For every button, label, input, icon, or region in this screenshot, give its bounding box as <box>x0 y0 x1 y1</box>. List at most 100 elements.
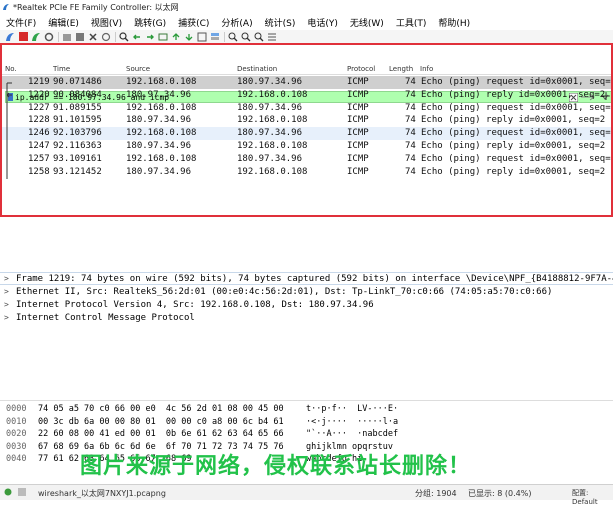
col-header-protocol[interactable]: Protocol <box>347 65 375 73</box>
col-length: 74 <box>405 141 416 151</box>
zoom-normal-icon[interactable] <box>253 31 265 42</box>
stop-capture-icon[interactable] <box>17 31 29 42</box>
detail-row-frame[interactable]: > Frame 1219: 74 bytes on wire (592 bits… <box>0 272 613 285</box>
menu-view[interactable]: 视图(V) <box>85 16 128 29</box>
col-time: 92.116363 <box>53 141 102 151</box>
menu-go[interactable]: 跳转(G) <box>128 16 172 29</box>
col-info: Echo (ping) reply id=0x0001, seq=2 <box>421 166 606 177</box>
menu-telephony[interactable]: 电话(Y) <box>301 16 344 29</box>
menu-analyze[interactable]: 分析(A) <box>215 16 258 29</box>
capture-options-icon[interactable] <box>43 31 55 42</box>
expand-arrow-icon[interactable]: > <box>4 274 9 283</box>
find-packet-icon[interactable] <box>118 31 130 42</box>
detail-row-ethernet[interactable]: > Ethernet II, Src: RealtekS_56:2d:01 (0… <box>0 286 613 299</box>
packet-row[interactable]: 1220 90.084084 180.97.34.96 192.168.0.108 IC… <box>2 88 611 102</box>
zoom-out-icon[interactable] <box>240 31 252 42</box>
restart-capture-icon[interactable] <box>30 31 42 42</box>
col-source: 180.97.34.96 <box>126 89 192 100</box>
col-destination: 180.97.34.96 <box>237 77 303 87</box>
conversation-marker-icon <box>5 140 13 153</box>
expand-arrow-icon[interactable]: > <box>4 287 9 296</box>
col-no: 1219 <box>28 77 50 87</box>
colorize-icon[interactable] <box>209 31 221 42</box>
col-protocol: ICMP <box>347 166 369 177</box>
col-info: Echo (ping) reply id=0x0001, seq=2 <box>421 141 606 151</box>
packet-details-pane: > Frame 1219: 74 bytes on wire (592 bits… <box>0 270 613 400</box>
hex-ascii: ·<·j···· ·····l·a <box>306 416 399 427</box>
col-no: 1220 <box>28 89 50 100</box>
col-header-source[interactable]: Source <box>126 65 150 73</box>
col-no: 1246 <box>28 128 50 139</box>
status-displayed-count: 已显示: 8 (0.4%) <box>468 489 532 498</box>
menu-capture[interactable]: 捕获(C) <box>172 16 215 29</box>
col-info: Echo (ping) reply id=0x0001, seq=2 <box>421 115 606 126</box>
resize-columns-icon[interactable] <box>266 31 278 42</box>
start-capture-icon[interactable] <box>4 31 16 42</box>
title-bar: *Realtek PCIe FE Family Controller: 以太网 <box>0 0 613 14</box>
col-header-no[interactable]: No. <box>5 65 17 73</box>
save-file-icon[interactable] <box>74 31 86 42</box>
go-to-packet-icon[interactable] <box>157 31 169 42</box>
toolbar-divider <box>58 31 59 42</box>
col-destination: 180.97.34.96 <box>237 128 303 139</box>
menu-wireless[interactable]: 无线(W) <box>344 16 390 29</box>
go-back-icon[interactable] <box>131 31 143 42</box>
col-destination: 192.168.0.108 <box>237 89 308 100</box>
col-length: 74 <box>405 153 416 164</box>
go-forward-icon[interactable] <box>144 31 156 42</box>
detail-row-ipv4[interactable]: > Internet Protocol Version 4, Src: 192.… <box>0 299 613 312</box>
menu-help[interactable]: 帮助(H) <box>432 16 476 29</box>
hex-offset: 0040 <box>6 454 27 465</box>
hex-row[interactable]: 0020 22 60 08 00 41 ed 00 01 0b 6e 61 62 … <box>0 429 613 441</box>
toolbar-divider <box>115 31 116 42</box>
close-file-icon[interactable] <box>87 31 99 42</box>
packet-row[interactable]: 1247 92.116363 180.97.34.96 192.168.0.108 IC… <box>2 140 611 153</box>
expand-arrow-icon[interactable]: > <box>4 313 9 322</box>
col-destination: 192.168.0.108 <box>237 115 308 126</box>
col-length: 74 <box>405 102 416 113</box>
pane-divider <box>0 217 613 270</box>
reload-icon[interactable] <box>100 31 112 42</box>
packet-row[interactable]: 1257 93.109161 192.168.0.108 180.97.34.96 IC… <box>2 152 611 166</box>
main-toolbar <box>0 30 613 44</box>
menu-edit[interactable]: 编辑(E) <box>42 16 85 29</box>
col-header-time[interactable]: Time <box>53 65 70 73</box>
conversation-marker-icon <box>5 152 13 166</box>
col-info: Echo (ping) request id=0x0001, seq=2 <box>421 77 613 87</box>
open-file-icon[interactable] <box>61 31 73 42</box>
zoom-in-icon[interactable] <box>227 31 239 42</box>
hex-row[interactable]: 0000 74 05 a5 70 c0 66 00 e0 4c 56 2d 01 … <box>0 404 613 416</box>
last-packet-icon[interactable] <box>183 31 195 42</box>
toolbar-divider <box>224 31 225 42</box>
conversation-marker-icon <box>5 88 13 102</box>
col-header-destination[interactable]: Destination <box>237 65 277 73</box>
col-protocol: ICMP <box>347 128 369 139</box>
conversation-marker-icon <box>5 127 13 141</box>
col-protocol: ICMP <box>347 153 369 164</box>
expand-arrow-icon[interactable]: > <box>4 300 9 309</box>
hex-bytes: 74 05 a5 70 c0 66 00 e0 4c 56 2d 01 08 0… <box>38 404 284 414</box>
col-no: 1228 <box>28 115 50 126</box>
conversation-marker-icon <box>5 165 13 179</box>
menu-statistics[interactable]: 统计(S) <box>259 16 302 29</box>
col-no: 1247 <box>28 141 50 151</box>
hex-row[interactable]: 0010 00 3c db 6a 00 00 80 01 00 00 c0 a8 … <box>0 417 613 429</box>
col-header-info[interactable]: Info <box>420 65 433 73</box>
status-ready-icon[interactable] <box>4 488 12 498</box>
autoscroll-icon[interactable] <box>196 31 208 42</box>
packet-row[interactable]: 1246 92.103796 192.168.0.108 180.97.34.96 IC… <box>2 127 611 141</box>
detail-row-icmp[interactable]: > Internet Control Message Protocol <box>0 312 613 325</box>
hex-offset: 0020 <box>6 429 27 440</box>
menu-tools[interactable]: 工具(T) <box>390 16 433 29</box>
packet-row[interactable]: 1228 91.101595 180.97.34.96 192.168.0.108 IC… <box>2 114 611 128</box>
packet-row[interactable]: 1219 90.071486 192.168.0.108 180.97.34.96 IC… <box>2 76 611 89</box>
hex-offset: 0010 <box>6 416 27 427</box>
col-source: 192.168.0.108 <box>126 153 197 164</box>
first-packet-icon[interactable] <box>170 31 182 42</box>
menu-file[interactable]: 文件(F) <box>0 16 42 29</box>
status-profile[interactable]: 配置: Default <box>572 488 613 506</box>
status-expert-icon[interactable] <box>18 488 26 498</box>
col-header-length[interactable]: Length <box>389 65 413 73</box>
packet-row[interactable]: 1258 93.121452 180.97.34.96 192.168.0.108 IC… <box>2 165 611 179</box>
packet-row[interactable]: 1227 91.089155 192.168.0.108 180.97.34.96 IC… <box>2 101 611 115</box>
